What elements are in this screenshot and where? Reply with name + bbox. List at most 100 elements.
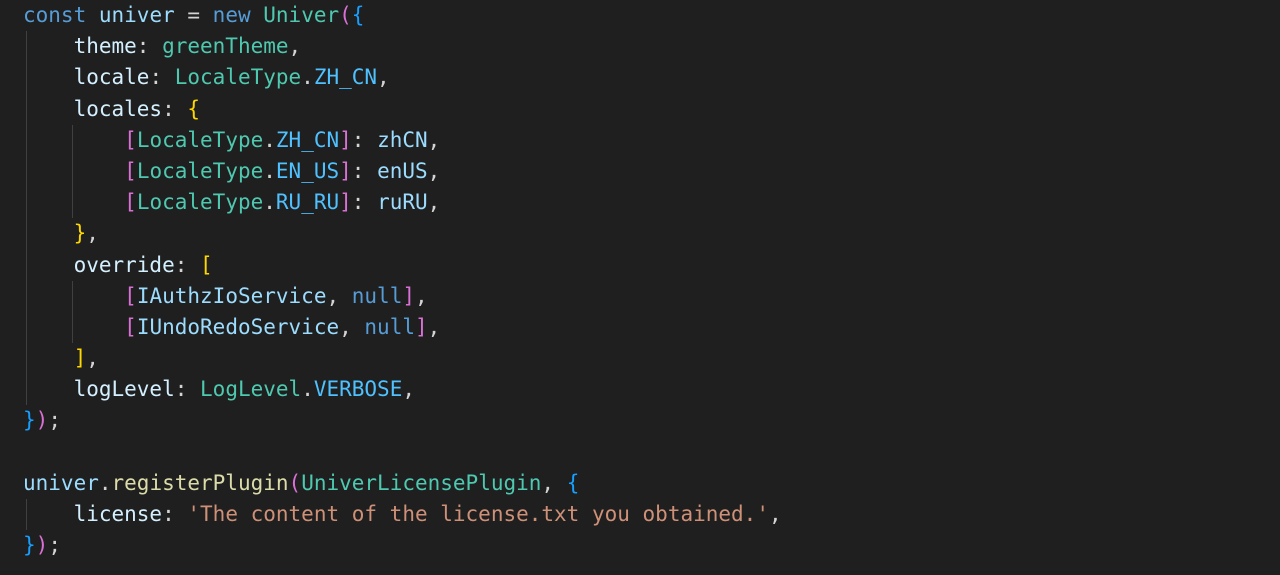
code-token-property: logLevel — [73, 377, 175, 402]
code-token-brace2: [ — [124, 158, 137, 183]
code-token-punct: , — [541, 470, 567, 495]
code-token-variable: zhCN — [377, 127, 428, 152]
code-token-punct: , — [427, 190, 441, 215]
indent-guide — [26, 311, 27, 344]
code-token-property: license — [73, 502, 163, 526]
code-token-keyword: null — [351, 283, 403, 308]
code-token-brace1: { — [187, 96, 201, 121]
code-token-punct: : — [162, 96, 188, 121]
code-line: license: 'The content of the license.txt… — [0, 499, 1280, 531]
code-line: }, — [0, 218, 1280, 250]
code-token-brace3: } — [23, 408, 36, 433]
indent-guide — [72, 187, 73, 219]
code-token-variable: IUndoRedoService — [136, 314, 340, 339]
code-token-keyword: new — [212, 3, 251, 27]
indent-guide — [26, 218, 27, 250]
indent-guide — [26, 93, 27, 125]
code-token-brace2: [ — [124, 283, 137, 308]
code-line: locales: { — [0, 93, 1280, 125]
indent-guide — [72, 124, 73, 156]
code-token-string: 'The content of the license.txt you obta… — [187, 502, 769, 526]
code-token-property: locale — [73, 65, 150, 90]
code-token-brace2: [ — [124, 190, 137, 215]
code-token-punct — [251, 3, 264, 27]
code-lines: const univer = new Univer({ theme: green… — [0, 0, 1280, 561]
code-token-type: LocaleType — [136, 127, 264, 152]
code-token-punct: , — [86, 346, 99, 371]
code-token-brace1: } — [73, 221, 87, 246]
code-token-punct: : — [162, 502, 188, 526]
code-line: [IAuthzIoService, null], — [0, 280, 1280, 312]
code-token-brace2: ] — [339, 127, 352, 152]
code-editor[interactable]: const univer = new Univer({ theme: green… — [0, 0, 1280, 575]
code-token-punct: : — [149, 65, 175, 90]
code-line: [LocaleType.EN_US]: enUS, — [0, 155, 1280, 188]
code-line: override: [ — [0, 249, 1280, 281]
code-line: ], — [0, 343, 1280, 375]
indent-guide — [72, 280, 73, 312]
code-token-brace2: ] — [402, 283, 415, 308]
code-token-type: LocaleType — [136, 158, 264, 183]
code-token-brace2: ( — [288, 470, 302, 495]
code-token-variable: univer — [98, 3, 175, 27]
indent-guide — [26, 155, 27, 188]
code-token-type: LocaleType — [136, 190, 264, 215]
code-line: univer.registerPlugin(UniverLicensePlugi… — [0, 468, 1280, 499]
indent-guide — [26, 62, 27, 94]
code-token-punct — [86, 3, 99, 27]
code-token-type: UniverLicensePlugin — [301, 470, 542, 495]
code-token-brace3: { — [351, 3, 365, 27]
code-token-function: registerPlugin — [111, 470, 289, 495]
code-token-punct: . — [98, 470, 112, 495]
code-token-brace3: { — [566, 470, 580, 495]
code-token-punct: , — [288, 34, 302, 59]
code-token-brace2: ) — [35, 533, 49, 558]
code-token-brace2: ] — [339, 158, 352, 183]
code-token-keyword: null — [364, 314, 415, 339]
code-token-punct: . — [263, 190, 276, 215]
code-token-brace2: ) — [35, 408, 49, 433]
code-token-constant: ZH_CN — [275, 127, 340, 152]
indent-guide — [26, 374, 27, 406]
code-token-punct: : — [351, 127, 378, 152]
code-token-constant: EN_US — [275, 158, 340, 183]
code-token-punct: : — [351, 158, 378, 183]
indent-guide — [26, 249, 27, 281]
indent-guide — [72, 311, 73, 344]
code-token-punct: . — [301, 65, 314, 90]
code-token-punct: , — [377, 65, 390, 90]
code-token-variable: IAuthzIoService — [136, 283, 327, 308]
code-line: const univer = new Univer({ — [0, 0, 1280, 31]
code-token-brace2: ( — [339, 3, 352, 27]
code-token-property: theme — [73, 34, 137, 59]
code-token-punct: ; — [48, 408, 61, 433]
code-token-constant: ZH_CN — [313, 65, 378, 90]
code-token-punct: . — [263, 158, 276, 183]
code-line: logLevel: LogLevel.VERBOSE, — [0, 374, 1280, 406]
code-token-brace2: ] — [339, 190, 352, 215]
code-token-punct: : — [351, 190, 378, 215]
code-token-type: Univer — [263, 3, 340, 27]
code-token-brace2: [ — [124, 314, 137, 339]
code-token-punct: , — [402, 377, 416, 402]
code-token-brace3: } — [23, 533, 36, 558]
code-line: theme: greenTheme, — [0, 31, 1280, 63]
indent-guide — [26, 187, 27, 219]
code-token-punct: , — [86, 221, 99, 246]
code-line: locale: LocaleType.ZH_CN, — [0, 62, 1280, 94]
code-token-constant: VERBOSE — [313, 377, 403, 402]
code-token-punct: . — [263, 127, 276, 152]
indent-guide — [72, 155, 73, 188]
code-token-punct: , — [415, 283, 428, 308]
indent-guide — [26, 280, 27, 312]
code-token-type: LocaleType — [174, 65, 302, 90]
